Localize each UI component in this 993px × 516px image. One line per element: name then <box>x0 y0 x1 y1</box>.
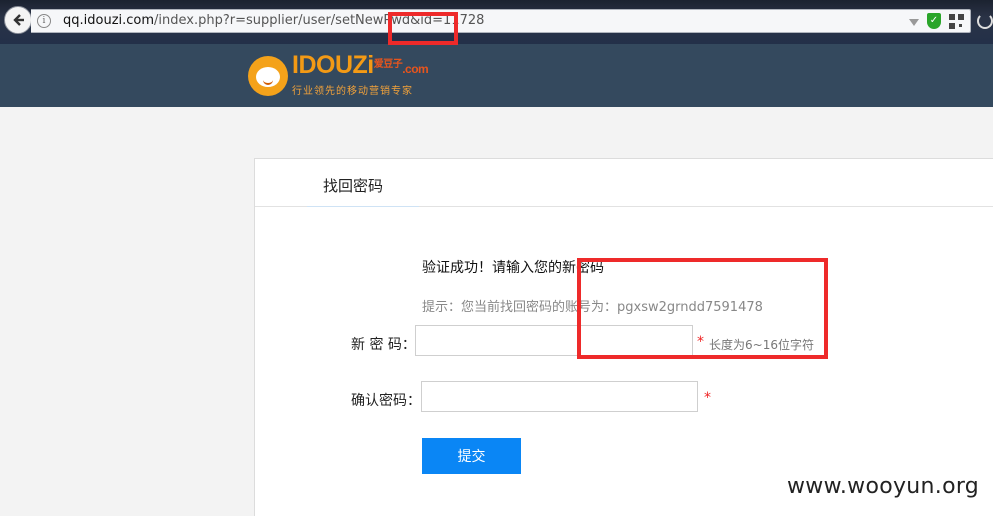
dropdown-arrow-icon[interactable] <box>909 19 919 26</box>
card-title: 找回密码 <box>323 177 384 195</box>
new-password-label: 新 密 码： <box>351 337 416 353</box>
confirm-password-label: 确认密码： <box>351 393 421 409</box>
logo-slogan: 行业领先的移动营销专家 <box>292 86 413 97</box>
shield-icon[interactable]: ✓ <box>927 13 941 29</box>
submit-button[interactable]: 提交 <box>422 438 521 474</box>
address-bar[interactable]: i qq.idouzi.com/index.php?r=supplier/use… <box>31 9 971 33</box>
watermark: www.wooyun.org <box>787 474 980 499</box>
reload-icon[interactable] <box>977 13 993 29</box>
title-underline <box>307 206 419 207</box>
confirm-password-input[interactable] <box>421 381 698 412</box>
back-arrow-icon[interactable] <box>4 6 32 34</box>
qr-code-icon[interactable] <box>949 13 964 29</box>
logo-brand: IDOUZi爱豆子.com <box>292 51 429 79</box>
required-mark: * <box>704 390 711 406</box>
browser-toolbar: i qq.idouzi.com/index.php?r=supplier/use… <box>0 0 993 44</box>
site-header: IDOUZi爱豆子.com 行业领先的移动营销专家 <box>0 44 993 107</box>
annotation-box-url-id <box>388 12 458 45</box>
card-header: 找回密码 <box>255 159 993 207</box>
info-icon[interactable]: i <box>37 14 51 28</box>
site-logo[interactable]: IDOUZi爱豆子.com 行业领先的移动营销专家 <box>248 51 429 97</box>
annotation-box-account <box>577 258 828 359</box>
logo-mascot-icon <box>248 55 288 96</box>
